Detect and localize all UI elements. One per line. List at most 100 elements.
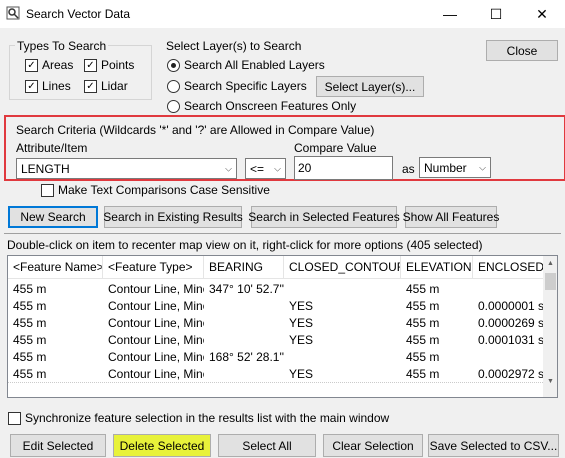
save-csv-button[interactable]: Save Selected to CSV... (428, 434, 559, 457)
table-cell: YES (289, 315, 314, 330)
column-header[interactable]: <Feature Name> (8, 256, 103, 278)
case-sensitive-checkbox[interactable] (41, 184, 54, 197)
table-cell: 455 m (406, 366, 440, 381)
table-cell (204, 365, 284, 382)
maximize-button[interactable]: ☐ (473, 0, 519, 28)
table-cell: YES (289, 366, 314, 381)
table-cell: 455 m (406, 298, 440, 313)
table-cell (204, 331, 284, 348)
compare-value-text: 20 (298, 161, 312, 175)
sync-label: Synchronize feature selection in the res… (25, 411, 390, 425)
table-cell (284, 280, 401, 297)
table-cell: 168° 52' 28.1'' (209, 349, 284, 364)
table-cell: Contour Line, Minor (108, 349, 204, 364)
clear-selection-button[interactable]: Clear Selection (323, 434, 423, 457)
search-selected-button[interactable]: Search in Selected Features (248, 206, 400, 228)
areas-checkbox[interactable]: ✓ (25, 59, 38, 72)
minimize-icon: — (443, 6, 457, 22)
areas-label: Areas (42, 58, 74, 72)
all-layers-radio[interactable] (167, 59, 180, 72)
maximize-icon: ☐ (489, 5, 503, 22)
results-list[interactable]: <Feature Name> <Feature Type> BEARING CL… (7, 255, 558, 398)
table-cell: 455 m (406, 349, 440, 364)
table-cell: 455 m (13, 298, 47, 313)
types-legend: Types To Search (15, 39, 109, 53)
as-type-select[interactable]: Number ⌵ (419, 157, 491, 178)
lidar-checkbox[interactable]: ✓ (84, 80, 97, 93)
table-cell: Contour Line, Minor (108, 298, 204, 313)
table-cell: 455 m (13, 281, 47, 296)
table-cell: 0.0002972 sq (478, 366, 543, 381)
table-cell: 455 m (406, 332, 440, 347)
as-type-value: Number (424, 160, 467, 175)
vertical-scrollbar[interactable]: ▲ ▼ (543, 256, 557, 397)
close-button[interactable]: Close (486, 40, 558, 61)
table-cell: 0.0001031 sq (478, 332, 543, 347)
layers-legend: Select Layer(s) to Search (166, 39, 302, 53)
search-existing-button[interactable]: Search in Existing Results (103, 206, 243, 228)
chevron-down-icon: ⌵ (225, 163, 232, 173)
scroll-up-icon[interactable]: ▲ (543, 256, 557, 271)
show-all-button[interactable]: Show All Features (403, 206, 499, 228)
all-layers-label: Search All Enabled Layers (184, 58, 325, 72)
attribute-select[interactable]: LENGTH ⌵ (16, 158, 237, 179)
column-header[interactable]: <Feature Type> (103, 256, 204, 278)
table-row[interactable]: 455 m Contour Line, Minor YES 455 m 0.00… (8, 297, 543, 314)
table-cell: 455 m (13, 332, 47, 347)
table-cell (204, 297, 284, 314)
column-header[interactable]: ENCLOSED_... (473, 256, 543, 278)
specific-layers-radio[interactable] (167, 80, 180, 93)
table-cell (473, 348, 543, 365)
points-label: Points (101, 58, 135, 72)
column-header[interactable]: ELEVATION (401, 256, 473, 278)
table-row-partial (8, 382, 543, 388)
compare-value-input[interactable]: 20 (294, 156, 393, 180)
table-cell: 0.0000001 sq (478, 298, 543, 313)
as-label: as (402, 162, 415, 176)
select-all-button[interactable]: Select All (218, 434, 316, 457)
compare-label: Compare Value (294, 141, 377, 155)
scroll-thumb[interactable] (545, 273, 556, 290)
table-row[interactable]: 455 m Contour Line, Minor 347° 10' 52.7'… (8, 280, 543, 297)
column-header[interactable]: CLOSED_CONTOUR (284, 256, 401, 278)
lidar-label: Lidar (101, 79, 128, 93)
table-cell: 455 m (13, 349, 47, 364)
table-cell: Contour Line, Minor (108, 332, 204, 347)
lines-checkbox[interactable]: ✓ (25, 80, 38, 93)
minimize-button[interactable]: — (427, 0, 473, 28)
table-row[interactable]: 455 m Contour Line, Minor 168° 52' 28.1'… (8, 348, 543, 365)
table-row[interactable]: 455 m Contour Line, Minor YES 455 m 0.00… (8, 314, 543, 331)
attribute-label: Attribute/Item (16, 141, 88, 155)
table-cell: 0.0000269 sq (478, 315, 543, 330)
table-cell (284, 348, 401, 365)
window-title: Search Vector Data (26, 7, 131, 21)
separator (4, 233, 561, 234)
onscreen-label: Search Onscreen Features Only (184, 99, 357, 113)
table-cell: Contour Line, Minor (108, 366, 204, 381)
app-icon (6, 6, 20, 20)
table-cell: Contour Line, Minor (108, 281, 204, 296)
title-bar: Search Vector Data — ☐ ✕ (0, 0, 565, 28)
criteria-legend: Search Criteria (Wildcards '*' and '?' a… (16, 123, 375, 137)
edit-selected-button[interactable]: Edit Selected (10, 434, 106, 457)
table-cell: YES (289, 332, 314, 347)
results-header: <Feature Name> <Feature Type> BEARING CL… (8, 256, 543, 279)
column-header[interactable]: BEARING (204, 256, 284, 278)
new-search-button[interactable]: New Search (8, 206, 98, 228)
table-row[interactable]: 455 m Contour Line, Minor YES 455 m 0.00… (8, 365, 543, 382)
operator-value: <= (250, 161, 265, 176)
chevron-down-icon: ⌵ (274, 163, 281, 173)
operator-select[interactable]: <= ⌵ (245, 158, 286, 179)
scroll-down-icon[interactable]: ▼ (543, 374, 557, 389)
case-sensitive-label: Make Text Comparisons Case Sensitive (58, 183, 270, 197)
table-row[interactable]: 455 m Contour Line, Minor YES 455 m 0.00… (8, 331, 543, 348)
select-layers-button[interactable]: Select Layer(s)... (316, 76, 424, 97)
sync-checkbox[interactable] (8, 412, 21, 425)
onscreen-radio[interactable] (167, 100, 180, 113)
table-cell: 455 m (13, 315, 47, 330)
close-window-button[interactable]: ✕ (519, 0, 565, 28)
table-cell: 455 m (406, 281, 440, 296)
delete-selected-button[interactable]: Delete Selected (113, 434, 211, 457)
table-cell (473, 280, 543, 297)
points-checkbox[interactable]: ✓ (84, 59, 97, 72)
